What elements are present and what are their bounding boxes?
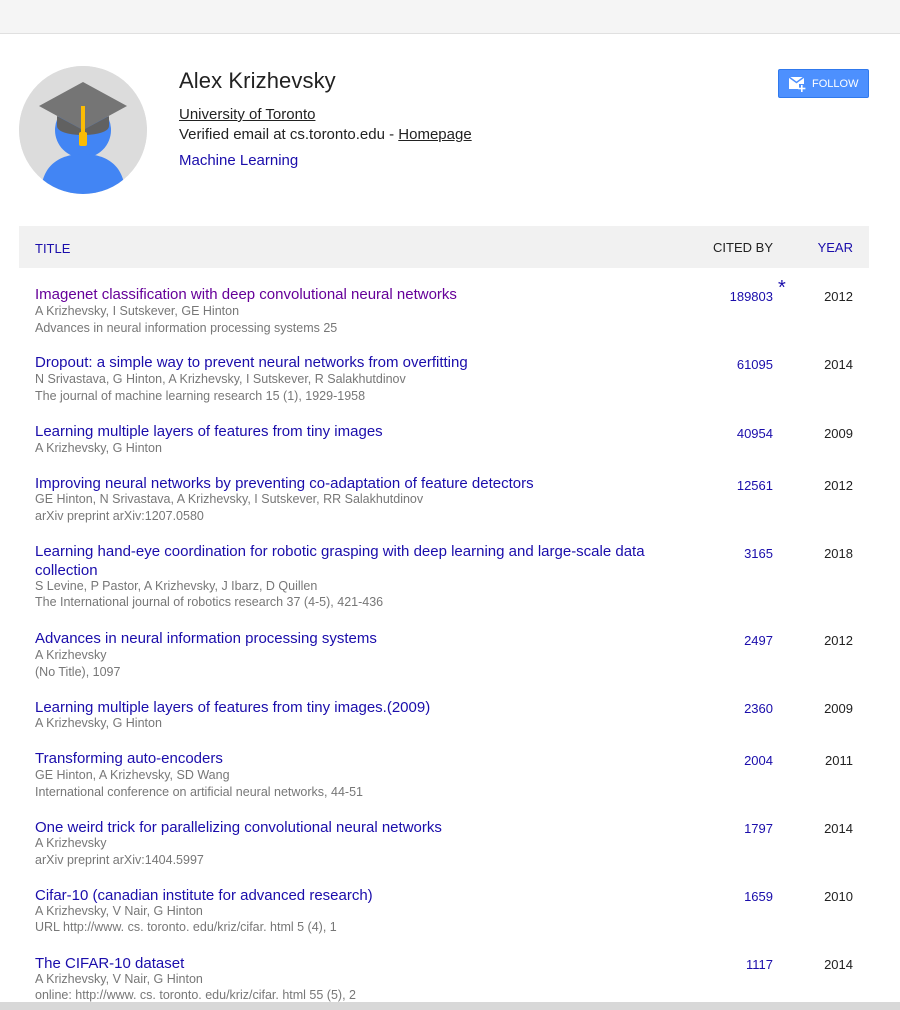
cited-by-count[interactable]: 1117 bbox=[746, 957, 773, 972]
mail-follow-icon bbox=[788, 75, 806, 92]
cited-by-count[interactable]: 1659 bbox=[744, 889, 773, 904]
publication-year: 2018 bbox=[824, 546, 853, 561]
publication-year: 2014 bbox=[824, 357, 853, 372]
publications-table: TITLE CITED BY YEAR Imagenet classificat… bbox=[19, 226, 869, 1002]
cited-by-count[interactable]: 3165 bbox=[744, 546, 773, 561]
paper-authors: A Krizhevsky bbox=[35, 648, 107, 662]
paper-authors: A Krizhevsky, G Hinton bbox=[35, 716, 162, 730]
paper-venue: (No Title), 1097 bbox=[35, 665, 121, 679]
paper-title-link[interactable]: Improving neural networks by preventing … bbox=[35, 474, 695, 493]
paper-authors: GE Hinton, A Krizhevsky, SD Wang bbox=[35, 768, 230, 782]
paper-venue: arXiv preprint arXiv:1404.5997 bbox=[35, 853, 204, 867]
paper-title-link[interactable]: Learning multiple layers of features fro… bbox=[35, 422, 695, 441]
verified-email: Verified email at cs.toronto.edu - Homep… bbox=[179, 126, 472, 143]
paper-authors: A Krizhevsky, V Nair, G Hinton bbox=[35, 904, 203, 918]
publication-year: 2011 bbox=[825, 753, 853, 768]
interest-link[interactable]: Machine Learning bbox=[179, 152, 298, 169]
publication-year: 2009 bbox=[824, 426, 853, 441]
paper-title-link[interactable]: One weird trick for parallelizing convol… bbox=[35, 818, 695, 837]
publication-year: 2014 bbox=[824, 821, 853, 836]
publication-year: 2009 bbox=[824, 701, 853, 716]
paper-authors: A Krizhevsky, V Nair, G Hinton bbox=[35, 972, 203, 986]
paper-venue: Advances in neural information processin… bbox=[35, 321, 338, 335]
paper-venue: arXiv preprint arXiv:1207.0580 bbox=[35, 509, 204, 523]
affiliation: University of Toronto bbox=[179, 106, 315, 123]
horizontal-scrollbar[interactable] bbox=[0, 1002, 900, 1010]
paper-title-link[interactable]: Dropout: a simple way to prevent neural … bbox=[35, 353, 695, 372]
cited-by-count[interactable]: 1797 bbox=[744, 821, 773, 836]
publication-year: 2012 bbox=[824, 289, 853, 304]
cited-by-count[interactable]: 2360 bbox=[744, 701, 773, 716]
paper-authors: S Levine, P Pastor, A Krizhevsky, J Ibar… bbox=[35, 579, 318, 593]
paper-authors: A Krizhevsky, I Sutskever, GE Hinton bbox=[35, 304, 240, 318]
paper-venue: International conference on artificial n… bbox=[35, 785, 363, 799]
avatar bbox=[19, 66, 147, 194]
paper-authors: GE Hinton, N Srivastava, A Krizhevsky, I… bbox=[35, 492, 424, 506]
sort-by-title[interactable]: TITLE bbox=[35, 241, 70, 256]
top-bar bbox=[0, 0, 900, 34]
paper-authors: N Srivastava, G Hinton, A Krizhevsky, I … bbox=[35, 372, 406, 386]
follow-label: FOLLOW bbox=[812, 77, 859, 90]
paper-title-link[interactable]: Transforming auto-encoders bbox=[35, 749, 695, 768]
paper-title-link[interactable]: Learning hand-eye coordination for robot… bbox=[35, 542, 695, 580]
merged-citations-star[interactable]: * bbox=[778, 277, 786, 300]
paper-venue: online: http://www. cs. toronto. edu/kri… bbox=[35, 988, 356, 1002]
graduate-avatar-icon bbox=[19, 66, 147, 194]
affiliation-link[interactable]: University of Toronto bbox=[179, 106, 315, 123]
homepage-link[interactable]: Homepage bbox=[398, 126, 471, 143]
cited-by-header: CITED BY bbox=[713, 240, 773, 255]
paper-title-link[interactable]: The CIFAR-10 dataset bbox=[35, 954, 695, 973]
publication-year: 2010 bbox=[824, 889, 853, 904]
email-text: Verified email at cs.toronto.edu - bbox=[179, 126, 399, 143]
cited-by-count[interactable]: 12561 bbox=[737, 478, 773, 493]
profile-name: Alex Krizhevsky bbox=[179, 68, 336, 93]
cited-by-count[interactable]: 189803 bbox=[730, 289, 773, 304]
cited-by-count[interactable]: 2497 bbox=[744, 633, 773, 648]
cited-by-count[interactable]: 61095 bbox=[737, 357, 773, 372]
paper-title-link[interactable]: Cifar-10 (canadian institute for advance… bbox=[35, 886, 695, 905]
follow-button[interactable]: FOLLOW bbox=[778, 69, 869, 98]
paper-authors: A Krizhevsky, G Hinton bbox=[35, 441, 162, 455]
paper-title-link[interactable]: Learning multiple layers of features fro… bbox=[35, 698, 695, 717]
table-header: TITLE CITED BY YEAR bbox=[19, 226, 869, 268]
publication-year: 2012 bbox=[824, 478, 853, 493]
publication-year: 2014 bbox=[824, 957, 853, 972]
paper-title-link[interactable]: Imagenet classification with deep convol… bbox=[35, 285, 695, 304]
paper-authors: A Krizhevsky bbox=[35, 836, 107, 850]
paper-venue: URL http://www. cs. toronto. edu/kriz/ci… bbox=[35, 920, 337, 934]
paper-venue: The International journal of robotics re… bbox=[35, 595, 384, 609]
cited-by-count[interactable]: 2004 bbox=[744, 753, 773, 768]
paper-title-link[interactable]: Advances in neural information processin… bbox=[35, 629, 695, 648]
cited-by-count[interactable]: 40954 bbox=[737, 426, 773, 441]
profile-header: Alex Krizhevsky University of Toronto Ve… bbox=[0, 34, 900, 214]
publication-year: 2012 bbox=[824, 633, 853, 648]
paper-venue: The journal of machine learning research… bbox=[35, 389, 366, 403]
sort-by-year[interactable]: YEAR bbox=[818, 240, 853, 255]
